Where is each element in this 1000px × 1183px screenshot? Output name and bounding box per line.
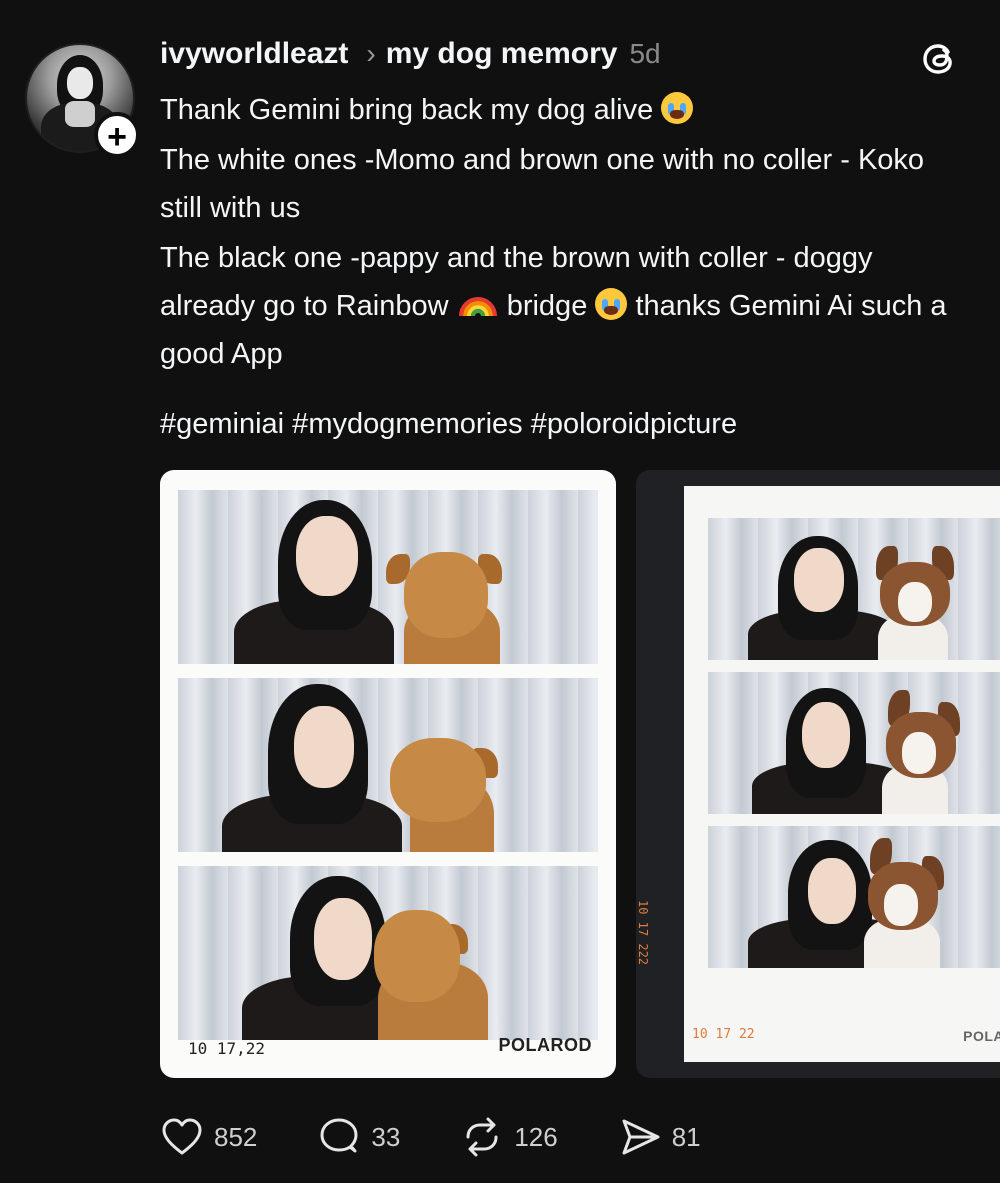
repost-icon [466, 1117, 498, 1157]
photo-frame [178, 490, 598, 664]
reply-count: 33 [371, 1121, 401, 1152]
photo-frame [708, 518, 1000, 660]
follow-button[interactable]: + [94, 112, 140, 158]
photo-frame [178, 678, 598, 852]
rainbow-icon [458, 297, 497, 317]
comment-icon [320, 1118, 358, 1153]
hashtags[interactable]: #geminiai #mydogmemories #poloroidpictur… [160, 400, 960, 448]
threads-logo-icon[interactable] [918, 38, 960, 80]
photo-frame [708, 672, 1000, 814]
heart-icon [162, 1118, 202, 1155]
share-icon [622, 1119, 660, 1155]
username-link[interactable]: ivyworldleazt [160, 37, 348, 71]
photo-strip-1[interactable]: 10 17,22 POLAROD [160, 470, 616, 1078]
photo-frame [178, 866, 598, 1040]
repost-count: 126 [514, 1121, 558, 1152]
photo-brand: POLARO [963, 1028, 1000, 1044]
photo-strip-2[interactable]: 10 17 222 10 17 22 POLA [636, 470, 1000, 1078]
crying-face-icon [661, 92, 694, 124]
photo-paper [684, 486, 1000, 1062]
action-bar: 852 33 126 81 [160, 1112, 761, 1162]
chevron-right-icon: › [366, 38, 376, 69]
post-time: 5d [629, 38, 661, 69]
caption-line-1: Thank Gemini bring back my dog alive [160, 86, 960, 134]
share-button[interactable]: 81 [618, 1115, 701, 1159]
repost-button[interactable]: 126 [460, 1115, 558, 1159]
photo-frame [708, 826, 1000, 968]
like-count: 852 [214, 1121, 258, 1152]
photo-date: 10 17 22 [692, 1027, 755, 1042]
photo-date: 10 17,22 [188, 1039, 266, 1058]
photo-brand: POLAROD [498, 1035, 592, 1055]
share-count: 81 [671, 1121, 701, 1152]
like-button[interactable]: 852 [160, 1115, 257, 1159]
reply-button[interactable]: 33 [317, 1115, 400, 1159]
topic-link[interactable]: my dog memory [386, 37, 618, 71]
caption-line-2: The white ones -Momo and brown one with … [160, 144, 925, 224]
post-header: ivyworldleazt › my dog memory 5d [160, 34, 661, 74]
crying-face-icon [595, 288, 628, 320]
post-caption: Thank Gemini bring back my dog alive The… [160, 86, 960, 448]
side-date: 10 17 222 [636, 900, 650, 966]
caption-line-3: The black one -pappy and the brown with … [160, 242, 947, 370]
